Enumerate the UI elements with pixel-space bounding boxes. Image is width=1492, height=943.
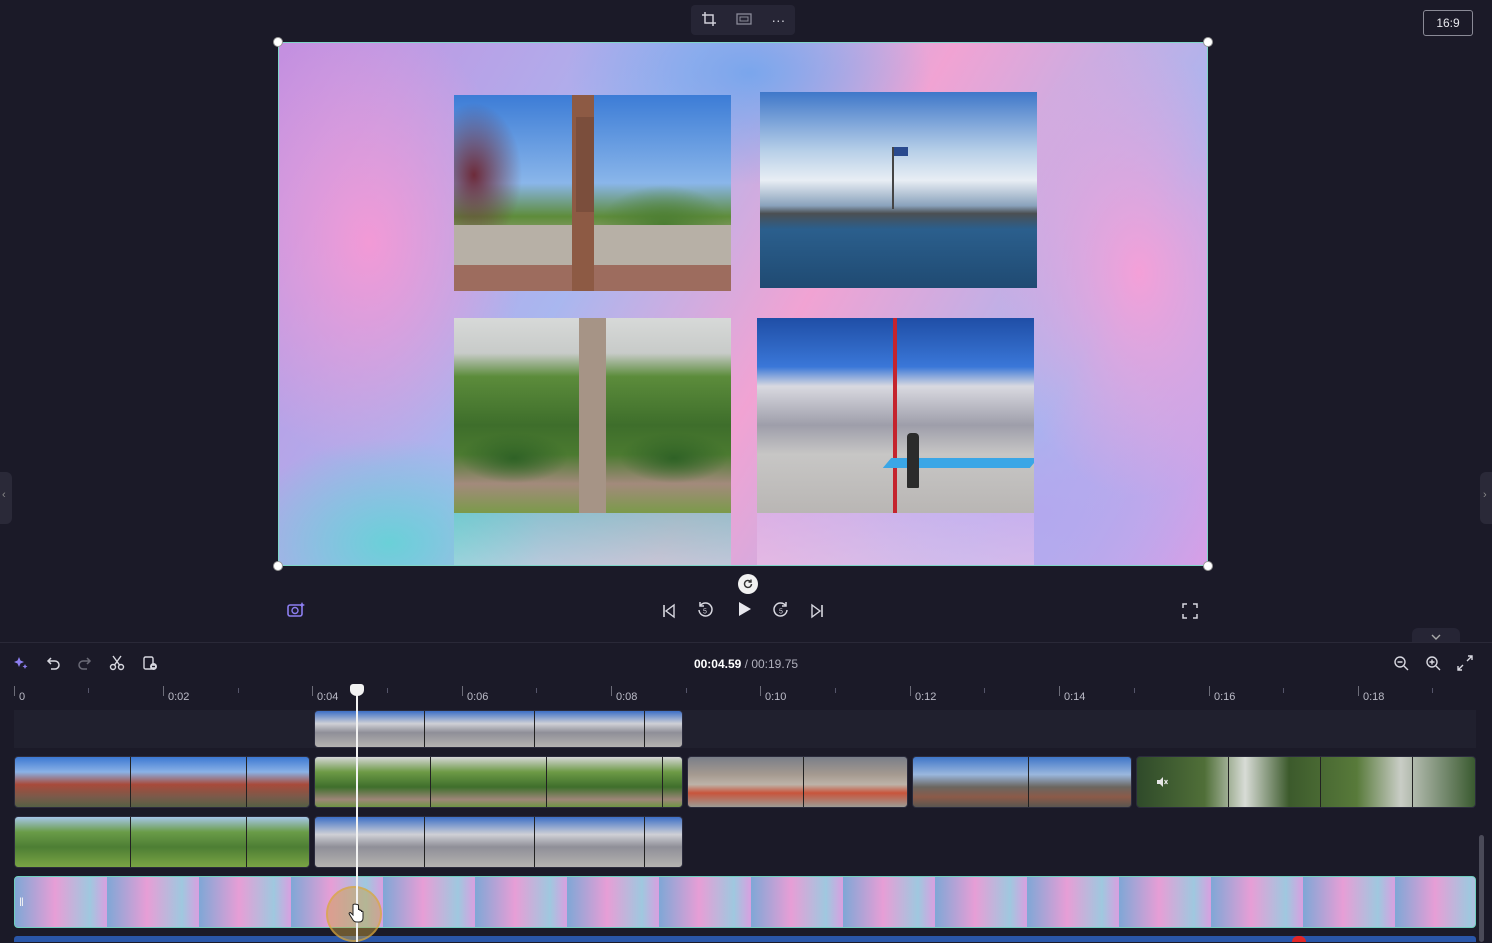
fit-timeline-icon[interactable] (1454, 653, 1476, 677)
aspect-ratio-button[interactable]: 16:9 (1423, 10, 1473, 36)
left-panel-toggle[interactable]: ‹ (0, 472, 12, 524)
photo-stadium[interactable] (757, 318, 1034, 513)
play-button[interactable] (732, 600, 756, 624)
photo-harbor[interactable] (760, 92, 1037, 288)
rewind-5s-icon[interactable]: 5 (693, 601, 717, 625)
ruler-label: 0:08 (616, 691, 638, 703)
fit-icon[interactable] (736, 12, 752, 29)
flag-shape (894, 147, 908, 156)
collapse-preview-icon[interactable] (1412, 628, 1460, 642)
more-icon[interactable]: ··· (771, 12, 785, 28)
clip-waterfall[interactable] (1136, 756, 1476, 808)
photo-tower[interactable] (454, 95, 731, 291)
timeline-scrollbar[interactable] (1479, 835, 1484, 942)
ruler-label: 0:06 (467, 691, 489, 703)
clip-trim-handle-icon[interactable]: ‖ (19, 895, 24, 909)
resize-handle-bottom-left[interactable] (273, 561, 283, 571)
hand-cursor-icon (347, 903, 365, 930)
skip-to-end-icon[interactable] (805, 601, 829, 625)
resize-handle-top-right[interactable] (1203, 37, 1213, 47)
statue-shape (907, 433, 919, 488)
tower-shape (576, 117, 594, 212)
audio-marker-dot (1292, 936, 1306, 942)
forward-5s-icon[interactable]: 5 (769, 601, 793, 625)
time-display: 00:04.59 / 00:19.75 (0, 657, 1492, 671)
clip-stadium-top[interactable] (314, 710, 683, 748)
clip-stadium-bottom[interactable] (314, 816, 683, 868)
fullscreen-icon[interactable] (1178, 601, 1202, 625)
clip-city-hall[interactable] (14, 756, 310, 808)
muted-audio-icon[interactable] (1155, 775, 1169, 794)
ruler-label: 0:18 (1363, 691, 1385, 703)
zoom-in-icon[interactable] (1422, 653, 1444, 677)
flagpole-shape (892, 147, 894, 209)
track-1 (14, 710, 1476, 748)
clip-park[interactable] (14, 816, 310, 868)
resize-handle-bottom-right[interactable] (1203, 561, 1213, 571)
current-time: 00:04.59 (693, 657, 742, 671)
clip-flower-square[interactable] (687, 756, 908, 808)
ruler-label: 0 (19, 691, 26, 703)
preview-canvas[interactable] (278, 42, 1208, 566)
ruler-label: 0:04 (317, 691, 339, 703)
time-separator: / (741, 657, 752, 671)
playhead-handle[interactable] (350, 684, 364, 696)
reflection-left (454, 513, 731, 565)
canvas-toolbar: ··· (691, 5, 795, 35)
ruler-label: 0:16 (1214, 691, 1236, 703)
crop-icon[interactable] (701, 11, 717, 30)
ruler-label: 0:14 (1064, 691, 1086, 703)
zoom-out-icon[interactable] (1390, 653, 1412, 677)
svg-text:5: 5 (703, 609, 707, 616)
ruler-label: 0:12 (915, 691, 937, 703)
camera-effects-icon[interactable] (284, 601, 308, 625)
total-time: 00:19.75 (751, 657, 799, 671)
ruler-label: 0:10 (765, 691, 787, 703)
right-panel-toggle[interactable]: › (1480, 472, 1492, 524)
photo-garden[interactable] (454, 318, 731, 513)
rotate-handle-icon[interactable] (738, 574, 758, 594)
skip-to-start-icon[interactable] (657, 601, 681, 625)
clip-rooftops[interactable] (912, 756, 1132, 808)
resize-handle-top-left[interactable] (273, 37, 283, 47)
reflection-right (757, 513, 1034, 565)
timeline-ruler[interactable]: 0 0:02 0:04 0:06 0:08 0:10 0:12 0:14 0:1… (14, 686, 1476, 708)
ruler-label: 0:02 (168, 691, 190, 703)
clip-garden-top[interactable] (314, 756, 683, 808)
audio-track-strip[interactable] (14, 936, 1476, 942)
clip-background-gradient[interactable]: ‖ (14, 876, 1476, 928)
svg-text:5: 5 (779, 609, 783, 616)
stadium-stripe-shape (882, 458, 1034, 468)
